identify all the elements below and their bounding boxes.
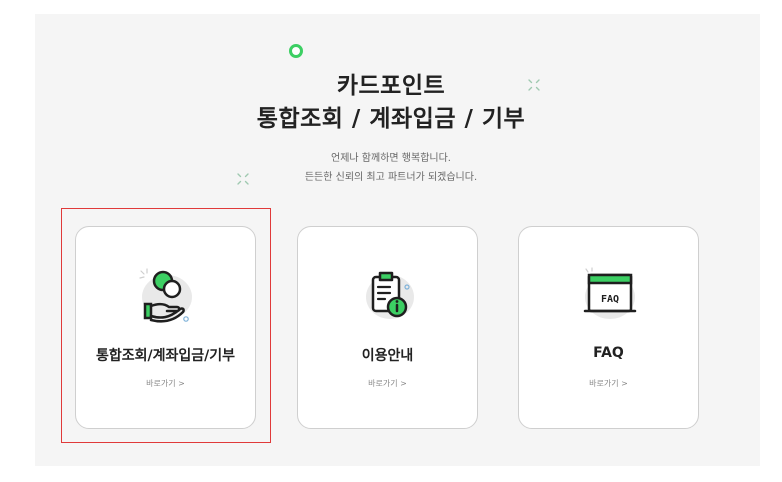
card-faq[interactable]: FAQ FAQ 바로가기 > (518, 226, 699, 429)
card-title: 이용안내 (361, 348, 414, 364)
card-link[interactable]: 바로가기 > (519, 378, 698, 389)
clipboard-info-icon (353, 259, 423, 329)
card-title: FAQ (593, 345, 624, 361)
page-subtitle-line2: 든든한 신뢰의 최고 파트너가 되겠습니다. (304, 172, 478, 183)
coin-hand-icon (131, 259, 201, 329)
faq-window-icon: FAQ (574, 259, 644, 329)
card-usage-guide[interactable]: 이용안내 바로가기 > (297, 226, 478, 429)
page-subtitle-line1: 언제나 함께하면 행복합니다. (331, 153, 451, 164)
card-title: 통합조회/계좌입금/기부 (95, 348, 236, 364)
card-link[interactable]: 바로가기 > (298, 378, 477, 389)
page-title-line1: 카드포인트 (336, 73, 446, 99)
green-ring-icon (289, 44, 303, 58)
svg-text:FAQ: FAQ (600, 294, 618, 305)
card-integrated-inquiry[interactable]: 통합조회/계좌입금/기부 바로가기 > (75, 226, 256, 429)
page-title-line2: 통합조회 / 계좌입금 / 기부 (256, 106, 526, 132)
card-link[interactable]: 바로가기 > (76, 378, 255, 389)
